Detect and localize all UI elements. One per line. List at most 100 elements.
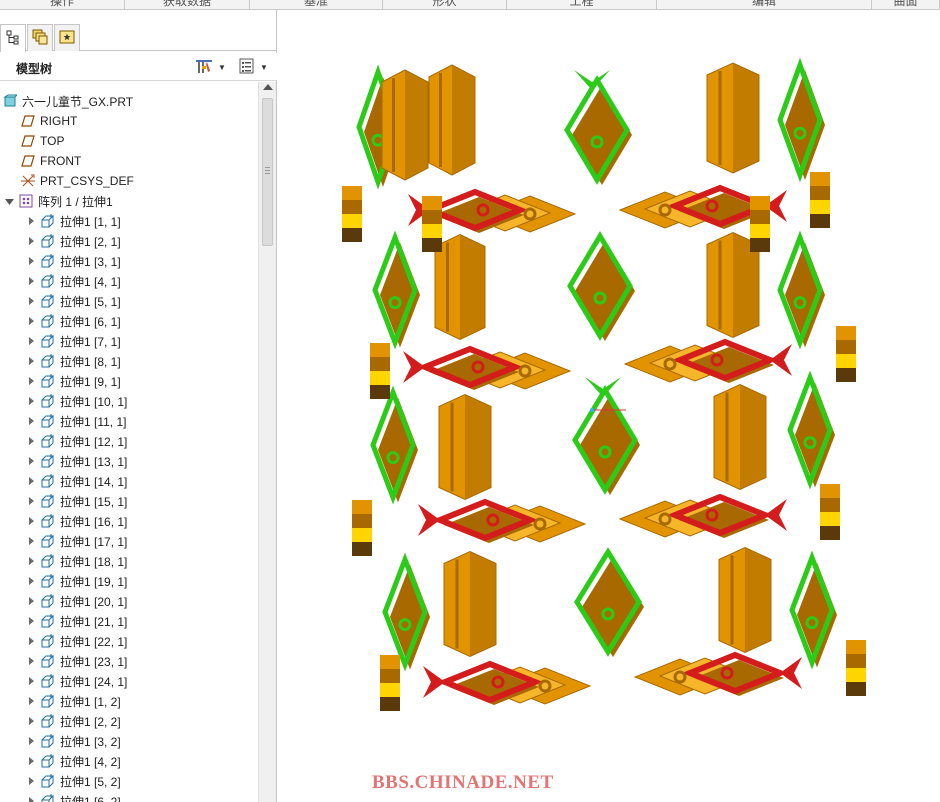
model-3d-view[interactable] xyxy=(278,10,940,802)
left-peg[interactable] xyxy=(352,500,372,556)
tree-extrude-item[interactable]: 拉伸1 [23, 1] xyxy=(0,651,258,671)
left-fish[interactable] xyxy=(403,345,572,390)
expand-right-arrow-icon[interactable] xyxy=(26,216,36,226)
favorites-tab[interactable] xyxy=(54,24,80,51)
left-block[interactable] xyxy=(434,233,486,341)
right-green-diamond[interactable] xyxy=(789,550,837,670)
tree-extrude-item[interactable]: 拉伸1 [19, 1] xyxy=(0,571,258,591)
left-peg[interactable] xyxy=(370,343,390,399)
left-block[interactable] xyxy=(428,64,476,176)
expand-right-arrow-icon[interactable] xyxy=(26,296,36,306)
expand-right-arrow-icon[interactable] xyxy=(26,656,36,666)
center-green-diamond[interactable] xyxy=(574,547,644,657)
expand-right-arrow-icon[interactable] xyxy=(26,756,36,766)
tree-extrude-item[interactable]: 拉伸1 [15, 1] xyxy=(0,491,258,511)
right-peg[interactable] xyxy=(810,172,830,228)
expand-right-arrow-icon[interactable] xyxy=(26,336,36,346)
tree-extrude-item[interactable]: 拉伸1 [9, 1] xyxy=(0,371,258,391)
inner-peg[interactable] xyxy=(750,196,770,252)
right-green-diamond[interactable] xyxy=(777,57,825,183)
tree-extrude-item[interactable]: 拉伸1 [2, 2] xyxy=(0,711,258,731)
left-block[interactable] xyxy=(438,393,492,501)
tree-extrude-item[interactable]: 拉伸1 [22, 1] xyxy=(0,631,258,651)
tree-extrude-item[interactable]: 拉伸1 [5, 1] xyxy=(0,291,258,311)
expand-right-arrow-icon[interactable] xyxy=(26,436,36,446)
expand-right-arrow-icon[interactable] xyxy=(26,316,36,326)
expand-right-arrow-icon[interactable] xyxy=(26,596,36,606)
tree-pattern-node[interactable]: 阵列 1 / 拉伸1 xyxy=(0,191,258,211)
tree-extrude-item[interactable]: 拉伸1 [1, 2] xyxy=(0,691,258,711)
right-block[interactable] xyxy=(718,546,772,654)
tree-extrude-item[interactable]: 拉伸1 [8, 1] xyxy=(0,351,258,371)
right-peg[interactable] xyxy=(820,484,840,540)
model-tree-scrollbar[interactable] xyxy=(258,82,276,802)
expand-right-arrow-icon[interactable] xyxy=(26,616,36,626)
tree-extrude-item[interactable]: 拉伸1 [12, 1] xyxy=(0,431,258,451)
expand-right-arrow-icon[interactable] xyxy=(26,636,36,646)
folder-browser-tab[interactable] xyxy=(27,24,53,51)
tree-extrude-item[interactable]: 拉伸1 [10, 1] xyxy=(0,391,258,411)
expand-right-arrow-icon[interactable] xyxy=(26,276,36,286)
expand-right-arrow-icon[interactable] xyxy=(26,536,36,546)
expand-right-arrow-icon[interactable] xyxy=(26,456,36,466)
graphics-window[interactable] xyxy=(278,10,940,802)
left-peg[interactable] xyxy=(380,655,400,711)
left-fish[interactable] xyxy=(418,498,587,543)
right-block[interactable] xyxy=(706,62,760,174)
tree-columns-button[interactable]: ▼ xyxy=(238,57,268,77)
model-tree-tab[interactable] xyxy=(0,24,26,52)
tree-extrude-item[interactable]: 拉伸1 [16, 1] xyxy=(0,511,258,531)
expand-right-arrow-icon[interactable] xyxy=(26,356,36,366)
left-block[interactable] xyxy=(443,550,497,658)
expand-right-arrow-icon[interactable] xyxy=(26,736,36,746)
tree-extrude-item[interactable]: 拉伸1 [1, 1] xyxy=(0,211,258,231)
tree-extrude-item[interactable]: 拉伸1 [13, 1] xyxy=(0,451,258,471)
left-peg[interactable] xyxy=(342,186,362,242)
expand-right-arrow-icon[interactable] xyxy=(26,776,36,786)
tree-extrude-item[interactable]: 拉伸1 [18, 1] xyxy=(0,551,258,571)
center-green-diamond[interactable] xyxy=(572,385,640,495)
left-green-diamond[interactable] xyxy=(372,230,420,350)
expand-right-arrow-icon[interactable] xyxy=(26,256,36,266)
left-green-diamond[interactable] xyxy=(370,385,418,505)
tree-extrude-item[interactable]: 拉伸1 [11, 1] xyxy=(0,411,258,431)
expand-right-arrow-icon[interactable] xyxy=(26,496,36,506)
expand-right-arrow-icon[interactable] xyxy=(26,516,36,526)
right-peg[interactable] xyxy=(846,640,866,696)
tree-datum-top[interactable]: TOP xyxy=(0,131,258,151)
right-green-diamond[interactable] xyxy=(787,370,835,490)
tree-extrude-item[interactable]: 拉伸1 [4, 1] xyxy=(0,271,258,291)
tree-extrude-item[interactable]: 拉伸1 [4, 2] xyxy=(0,751,258,771)
inner-peg[interactable] xyxy=(422,196,442,252)
expand-down-arrow-icon[interactable] xyxy=(4,196,14,206)
right-peg[interactable] xyxy=(836,326,856,382)
right-fish[interactable] xyxy=(623,338,792,383)
center-green-diamond[interactable] xyxy=(564,75,632,185)
tree-extrude-item[interactable]: 拉伸1 [24, 1] xyxy=(0,671,258,691)
expand-right-arrow-icon[interactable] xyxy=(26,796,36,802)
expand-right-arrow-icon[interactable] xyxy=(26,236,36,246)
tree-settings-button[interactable]: ▼ xyxy=(194,57,226,77)
right-fish[interactable] xyxy=(618,493,787,538)
tree-extrude-item[interactable]: 拉伸1 [7, 1] xyxy=(0,331,258,351)
left-block[interactable] xyxy=(381,69,429,181)
tree-extrude-item[interactable]: 拉伸1 [14, 1] xyxy=(0,471,258,491)
tree-extrude-item[interactable]: 拉伸1 [6, 2] xyxy=(0,791,258,802)
expand-right-arrow-icon[interactable] xyxy=(26,676,36,686)
expand-right-arrow-icon[interactable] xyxy=(26,716,36,726)
left-green-diamond[interactable] xyxy=(382,552,430,672)
tree-extrude-item[interactable]: 拉伸1 [17, 1] xyxy=(0,531,258,551)
tree-datum-front[interactable]: FRONT xyxy=(0,151,258,171)
tree-extrude-item[interactable]: 拉伸1 [2, 1] xyxy=(0,231,258,251)
tree-extrude-item[interactable]: 拉伸1 [3, 2] xyxy=(0,731,258,751)
tree-datum-prt-csys-def[interactable]: PRT_CSYS_DEF xyxy=(0,171,258,191)
tree-extrude-item[interactable]: 拉伸1 [20, 1] xyxy=(0,591,258,611)
tree-root-part[interactable]: 六一儿童节_GX.PRT xyxy=(0,91,258,111)
expand-right-arrow-icon[interactable] xyxy=(26,476,36,486)
expand-right-arrow-icon[interactable] xyxy=(26,376,36,386)
right-block[interactable] xyxy=(713,383,767,491)
csys-origin[interactable] xyxy=(590,408,594,412)
expand-right-arrow-icon[interactable] xyxy=(26,576,36,586)
tree-extrude-item[interactable]: 拉伸1 [3, 1] xyxy=(0,251,258,271)
scroll-up-arrow-icon[interactable] xyxy=(263,84,273,90)
